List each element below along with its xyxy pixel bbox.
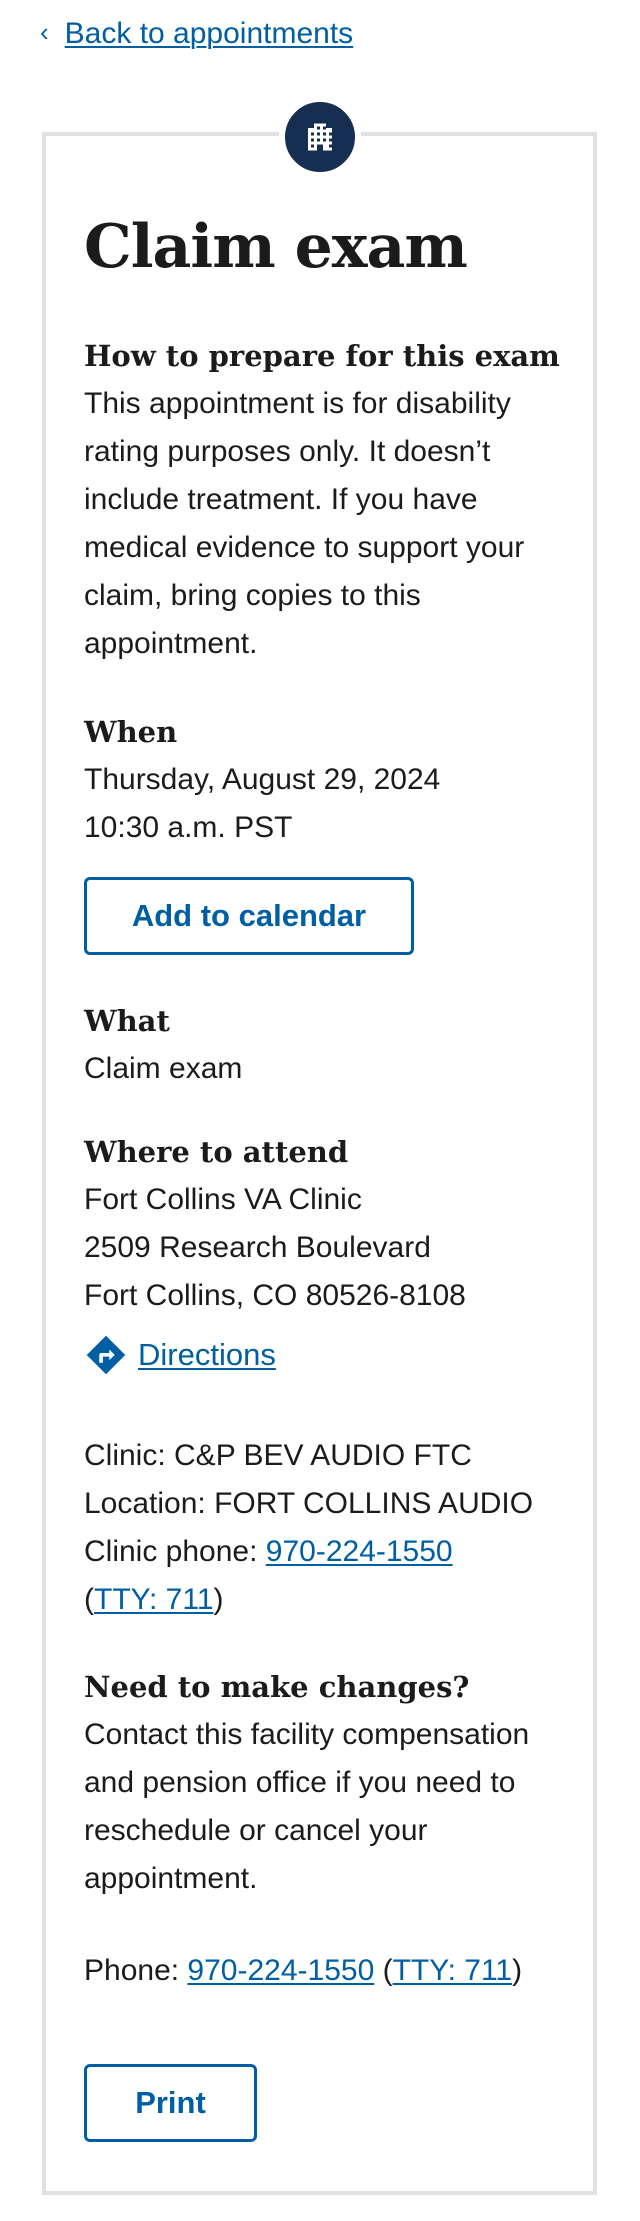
facility-name: Fort Collins VA Clinic bbox=[84, 1183, 362, 1216]
changes-section: Need to make changes? Contact this facil… bbox=[84, 1663, 564, 1903]
location-line: Location: FORT COLLINS AUDIO bbox=[84, 1487, 534, 1520]
facility-city: Fort Collins, CO 80526-8108 bbox=[84, 1279, 466, 1312]
where-heading: Where to attend bbox=[84, 1135, 349, 1169]
prepare-line: medical evidence to support your bbox=[84, 531, 525, 564]
prepare-line: This appointment is for disability bbox=[84, 387, 511, 420]
tty-open-paren: ( bbox=[84, 1583, 94, 1616]
clinic-info: Clinic: C&P BEV AUDIO FTC Location: FORT… bbox=[84, 1432, 564, 1624]
changes-line: appointment. bbox=[84, 1862, 258, 1895]
appointment-time: 10:30 a.m. PST bbox=[84, 811, 293, 844]
what-heading: What bbox=[84, 1004, 170, 1038]
page-title: Claim exam bbox=[84, 212, 468, 282]
changes-line: Contact this facility compensation bbox=[84, 1718, 530, 1751]
prepare-line: rating purposes only. It doesn’t bbox=[84, 435, 491, 468]
what-section: What Claim exam bbox=[84, 997, 564, 1093]
clinic-phone-link[interactable]: 970-224-1550 bbox=[266, 1535, 453, 1568]
clinic-phone-label: Clinic phone: bbox=[84, 1535, 266, 1568]
building-icon bbox=[279, 96, 361, 178]
add-to-calendar-button[interactable]: Add to calendar bbox=[84, 877, 414, 955]
prepare-heading: How to prepare for this exam bbox=[84, 339, 560, 373]
changes-heading: Need to make changes? bbox=[84, 1670, 470, 1704]
changes-phone: Phone: 970-224-1550 (TTY: 711) bbox=[84, 1947, 564, 1995]
tty-open-paren: ( bbox=[374, 1954, 393, 1987]
directions-icon bbox=[86, 1335, 126, 1375]
clinic-tty-line: (TTY: 711) bbox=[84, 1576, 564, 1624]
changes-tty-link[interactable]: TTY: 711 bbox=[393, 1954, 513, 1987]
facility-street: 2509 Research Boulevard bbox=[84, 1231, 431, 1264]
changes-phone-line: Phone: 970-224-1550 (TTY: 711) bbox=[84, 1947, 564, 1995]
appointment-type: Claim exam bbox=[84, 1052, 243, 1085]
prepare-line: claim, bring copies to this bbox=[84, 579, 421, 612]
when-section: When Thursday, August 29, 2024 10:30 a.m… bbox=[84, 708, 564, 852]
tty-close-paren: ) bbox=[213, 1583, 224, 1616]
back-to-appointments-link[interactable]: Back to appointments bbox=[65, 16, 354, 52]
tty-close-paren: ) bbox=[512, 1954, 523, 1987]
prepare-section: How to prepare for this exam This appoin… bbox=[84, 332, 564, 668]
breadcrumb: ‹ Back to appointments bbox=[40, 16, 353, 52]
clinic-tty-link[interactable]: TTY: 711 bbox=[94, 1583, 214, 1616]
prepare-line: appointment. bbox=[84, 627, 258, 660]
where-section: Where to attend Fort Collins VA Clinic 2… bbox=[84, 1128, 564, 1320]
chevron-left-icon: ‹ bbox=[40, 17, 49, 48]
clinic-line: Clinic: C&P BEV AUDIO FTC bbox=[84, 1439, 472, 1472]
appointment-date: Thursday, August 29, 2024 bbox=[84, 763, 441, 796]
print-button[interactable]: Print bbox=[84, 2064, 257, 2142]
phone-label: Phone: bbox=[84, 1954, 188, 1987]
prepare-line: include treatment. If you have bbox=[84, 483, 478, 516]
changes-line: reschedule or cancel your bbox=[84, 1814, 428, 1847]
when-heading: When bbox=[84, 715, 178, 749]
directions-link[interactable]: Directions bbox=[138, 1337, 276, 1373]
changes-phone-link[interactable]: 970-224-1550 bbox=[187, 1954, 374, 1987]
changes-line: and pension office if you need to bbox=[84, 1766, 516, 1799]
directions: Directions bbox=[84, 1333, 276, 1377]
clinic-phone-line: Clinic phone: 970-224-1550 bbox=[84, 1528, 564, 1576]
